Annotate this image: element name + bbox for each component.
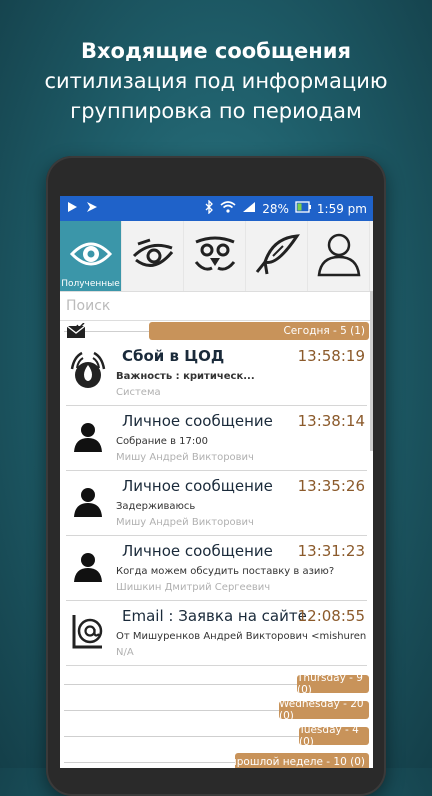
- tab-contacts[interactable]: [308, 221, 370, 291]
- message-time: 12:08:55: [297, 607, 365, 625]
- hero-text: Входящие сообщения ситилизация под инфор…: [0, 36, 432, 126]
- message-row[interactable]: Email : Заявка на сайте 12:08:55 От Мишу…: [66, 601, 367, 666]
- fish-icon: [253, 232, 301, 280]
- tab-received-label: Полученные: [61, 279, 120, 289]
- play-icon: [66, 201, 78, 216]
- message-title: Сбой в ЦОД: [122, 347, 225, 365]
- scrollbar[interactable]: [370, 291, 373, 451]
- envelope-check-icon: [66, 322, 86, 343]
- hero-subtitle-1: ситилизация под информацию: [44, 69, 388, 93]
- message-title: Email : Заявка на сайте: [122, 607, 307, 625]
- message-subtitle: Собрание в 17:00: [116, 436, 209, 447]
- group-pill-today: Сегодня - 5 (1): [149, 322, 369, 340]
- message-sender: Мишу Андрей Викторович: [116, 517, 254, 528]
- eye-icon: [69, 236, 113, 276]
- group-pill-tuesday: Tuesday - 4 (0): [299, 724, 369, 748]
- tab-eye-swoosh[interactable]: [122, 221, 184, 291]
- wifi-icon: [220, 201, 236, 216]
- bird-face-icon: [190, 232, 240, 280]
- person-icon: [66, 544, 110, 588]
- signal-icon: [242, 201, 256, 216]
- status-bar: 28% 1:59 pm: [60, 196, 373, 221]
- message-time: 13:35:26: [297, 477, 365, 495]
- group-pill-wednesday: Wednesday - 20 (0): [279, 698, 369, 722]
- message-subtitle: Когда можем обсудить поставку в азию?: [116, 566, 335, 577]
- battery-icon: [295, 201, 311, 216]
- group-header-wednesday[interactable]: Wednesday - 20 (0): [60, 698, 373, 722]
- battery-level: 28%: [262, 201, 289, 216]
- download-icon: [86, 201, 98, 216]
- person-icon: [66, 414, 110, 458]
- person-icon: [66, 479, 110, 523]
- search-field[interactable]: Поиск: [60, 292, 373, 321]
- group-header-last-week[interactable]: На прошлой неделе - 10 (0): [60, 752, 373, 768]
- message-time: 13:38:14: [297, 412, 365, 430]
- message-row[interactable]: Личное сообщение 13:35:26 Задерживаюсь М…: [66, 471, 367, 536]
- group-header-thursday[interactable]: Thursday - 9 (0): [60, 672, 373, 696]
- search-placeholder: Поиск: [66, 298, 111, 314]
- category-tabs: Полученные: [60, 221, 373, 292]
- message-row[interactable]: Сбой в ЦОД 13:58:19 Важность : критическ…: [66, 341, 367, 406]
- message-subtitle: От Мишуренков Андрей Викторович <mishure…: [116, 631, 366, 642]
- group-header-tuesday[interactable]: Tuesday - 4 (0): [60, 724, 373, 748]
- phone-screen: 28% 1:59 pm Полученные Поиск Сегодня - 5…: [60, 196, 373, 768]
- tab-bird[interactable]: [184, 221, 246, 291]
- message-subtitle: Задерживаюсь: [116, 501, 196, 512]
- tab-fish[interactable]: [246, 221, 308, 291]
- tab-received[interactable]: Полученные: [60, 221, 122, 291]
- group-pill-thursday: Thursday - 9 (0): [297, 672, 369, 696]
- eye-swoosh-icon: [130, 234, 176, 278]
- person-outline-icon: [317, 231, 361, 281]
- hero-subtitle-2: группировка по периодам: [70, 99, 362, 123]
- message-title: Личное сообщение: [122, 412, 273, 430]
- message-time: 13:58:19: [297, 347, 365, 365]
- group-header-today[interactable]: Сегодня - 5 (1): [60, 321, 373, 341]
- alert-fire-icon: [66, 349, 110, 393]
- clock: 1:59 pm: [316, 201, 367, 216]
- message-title: Личное сообщение: [122, 477, 273, 495]
- email-at-icon: [66, 609, 110, 653]
- hero-title: Входящие сообщения: [80, 39, 352, 63]
- message-row[interactable]: Личное сообщение 13:31:23 Когда можем об…: [66, 536, 367, 601]
- message-sender: Система: [116, 387, 161, 398]
- message-sender: Шишкин Дмитрий Сергеевич: [116, 582, 271, 593]
- group-pill-last-week: На прошлой неделе - 10 (0): [235, 753, 369, 768]
- message-row[interactable]: Личное сообщение 13:38:14 Собрание в 17:…: [66, 406, 367, 471]
- message-subtitle: Важность : критическ...: [116, 371, 255, 382]
- message-title: Личное сообщение: [122, 542, 273, 560]
- message-sender: Мишу Андрей Викторович: [116, 452, 254, 463]
- message-sender: N/A: [116, 647, 134, 658]
- bluetooth-icon: [204, 199, 214, 217]
- message-time: 13:31:23: [297, 542, 365, 560]
